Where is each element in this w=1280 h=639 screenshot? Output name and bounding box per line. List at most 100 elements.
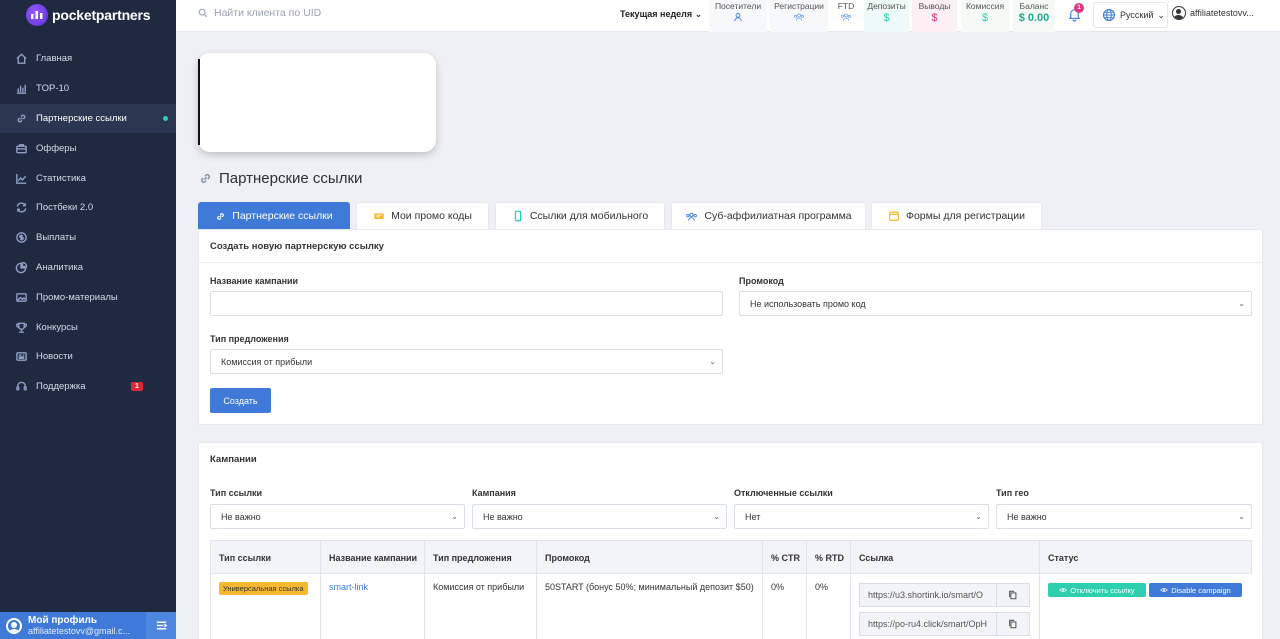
chevron-down-icon: ⌄ <box>1238 512 1245 521</box>
period-select[interactable]: Текущая неделя ⌄ <box>620 9 702 20</box>
sidebar-item-label: TOP-10 <box>36 83 70 95</box>
trophy-icon <box>14 320 28 334</box>
copy-icon[interactable] <box>997 612 1030 636</box>
offer-type-select[interactable]: Комиссия от прибыли ⌄ <box>210 349 723 374</box>
sidebar-item-top10[interactable]: TOP-10 <box>0 74 176 104</box>
sidebar-item-label: Конкурсы <box>36 321 78 333</box>
promo-value: Не использовать промо код <box>750 298 866 309</box>
cell-ctr: 0% <box>763 574 807 639</box>
chevron-down-icon: ⌄ <box>975 512 982 521</box>
promo-select[interactable]: Не использовать промо код ⌄ <box>739 291 1252 316</box>
support-badge: 1 <box>131 382 143 392</box>
chevron-down-icon: ⌄ <box>713 512 720 521</box>
eye-icon <box>1160 587 1169 593</box>
sidebar-item-analytics[interactable]: Аналитика <box>0 253 176 283</box>
sidebar-item-partner-links[interactable]: Партнерские ссылки <box>0 103 176 134</box>
users-icon <box>686 212 698 221</box>
sidebar-item-statistics[interactable]: Статистика <box>0 163 176 193</box>
profile-bar[interactable]: Мой профиль affiliatetestovv@gmail.c... <box>0 612 176 639</box>
ticket-icon <box>374 213 384 219</box>
sidebar-item-label: Выплаты <box>36 232 77 244</box>
sidebar-item-offers[interactable]: Офферы <box>0 133 176 163</box>
create-button[interactable]: Создать <box>210 388 271 413</box>
column-header: Тип ссылки <box>211 541 321 575</box>
search-box[interactable] <box>198 7 394 19</box>
period-label: Текущая неделя <box>620 9 693 19</box>
tab-mobile-links[interactable]: Ссылки для мобильного <box>495 202 665 229</box>
pie-chart-icon <box>14 260 28 274</box>
tab-registration-forms[interactable]: Формы для регистрации <box>871 202 1042 229</box>
sidebar-item-support[interactable]: Поддержка 1 <box>0 372 176 402</box>
stat-registrations: Регистрации <box>770 0 828 32</box>
profile-email: affiliatetestovv@gmail.c... <box>28 626 131 636</box>
link-icon <box>14 111 28 125</box>
tab-promo-codes[interactable]: Мои промо коды <box>356 202 489 229</box>
stat-visitors: Посетители <box>709 0 767 32</box>
filter-disabled-links-select[interactable]: Нет ⌄ <box>734 504 989 529</box>
sidebar-item-payouts[interactable]: Выплаты <box>0 223 176 253</box>
mobile-icon <box>514 210 521 222</box>
tab-sub-affiliate[interactable]: Суб-аффилиатная программа <box>671 202 866 229</box>
avatar-icon <box>6 617 22 634</box>
sidebar-item-home[interactable]: Главная <box>0 44 176 74</box>
cell-rtd: 0% <box>807 574 851 639</box>
language-label: Русский <box>1120 10 1154 20</box>
profile-text: Мой профиль affiliatetestovv@gmail.c... <box>28 615 140 636</box>
stat-label: FTD <box>837 1 855 11</box>
cell-links: https://u3.shortink.io/smart/O https://p… <box>851 574 1040 639</box>
cell-link-type: Универсальная ссылка <box>211 574 321 639</box>
campaign-link[interactable]: smart-link <box>329 582 368 592</box>
page-title-text: Партнерские ссылки <box>219 170 363 187</box>
stat-balance: Баланс $ 0.00 <box>1013 0 1055 32</box>
cell-campaign: smart-link <box>321 574 425 639</box>
tab-partner-links[interactable]: Партнерские ссылки <box>198 202 350 229</box>
link-url[interactable]: https://u3.shortink.io/smart/O <box>859 583 997 607</box>
stat-label: Выводы <box>918 1 951 11</box>
sidebar-item-label: Поддержка <box>36 381 86 393</box>
chevron-down-icon: ⌄ <box>1238 299 1245 308</box>
image-icon <box>14 290 28 304</box>
user-menu[interactable]: affiliatetestovv... <box>1172 6 1254 20</box>
filter-geo-select[interactable]: Не важно ⌄ <box>996 504 1252 529</box>
link-field: https://po-ru4.click/smart/OpH <box>859 612 1031 636</box>
chevron-down-icon: ⌄ <box>709 357 716 366</box>
filter-link-type-select[interactable]: Не важно ⌄ <box>210 504 465 529</box>
campaign-name-input[interactable] <box>210 291 723 316</box>
filter-label: Тип гео <box>996 488 1029 498</box>
sidebar-item-news[interactable]: Новости <box>0 342 176 372</box>
disable-campaign-button[interactable]: Disable campaign <box>1149 583 1242 597</box>
chevron-down-icon: ⌄ <box>451 512 458 521</box>
sidebar-item-label: Новости <box>36 351 73 363</box>
tab-label: Формы для регистрации <box>905 210 1026 222</box>
sidebar-item-label: Постбеки 2.0 <box>36 202 94 214</box>
disable-link-button[interactable]: Отключить ссылку <box>1048 583 1146 597</box>
sidebar-nav: Главная TOP-10 Партнерские ссылки Офферы… <box>0 44 176 402</box>
chevron-down-icon: ⌄ <box>694 9 703 19</box>
sidebar-item-label: Статистика <box>36 172 86 184</box>
tab-label: Партнерские ссылки <box>232 210 333 222</box>
dollar-circle-icon <box>14 231 28 245</box>
tab-label: Ссылки для мобильного <box>529 210 649 222</box>
link-url[interactable]: https://po-ru4.click/smart/OpH <box>859 612 997 636</box>
column-header: Промокод <box>537 541 763 575</box>
cell-offer-type: Комиссия от прибыли <box>425 574 537 639</box>
link-icon <box>217 212 225 220</box>
sidebar-item-postbacks[interactable]: Постбеки 2.0 <box>0 193 176 223</box>
search-input[interactable] <box>214 7 394 19</box>
notification-badge: 1 <box>1074 3 1084 13</box>
sidebar-item-promo-materials[interactable]: Промо-материалы <box>0 282 176 312</box>
copy-icon[interactable] <box>997 583 1030 607</box>
logo[interactable]: pocketpartners <box>0 0 176 30</box>
tab-label: Мои промо коды <box>391 210 472 222</box>
page-title: Партнерские ссылки <box>198 170 362 187</box>
sidebar-item-contests[interactable]: Конкурсы <box>0 312 176 342</box>
home-icon <box>14 52 28 66</box>
filter-value: Не важно <box>221 511 261 522</box>
collapse-menu-icon[interactable] <box>146 612 176 639</box>
sidebar-item-label: Промо-материалы <box>36 291 118 303</box>
column-header: % CTR <box>763 541 807 575</box>
language-select[interactable]: Русский ⌄ <box>1093 2 1168 28</box>
filter-campaign-select[interactable]: Не важно ⌄ <box>472 504 727 529</box>
logo-mark-icon <box>26 4 48 26</box>
table-header: Тип ссылки Название кампании Тип предлож… <box>210 540 1252 575</box>
